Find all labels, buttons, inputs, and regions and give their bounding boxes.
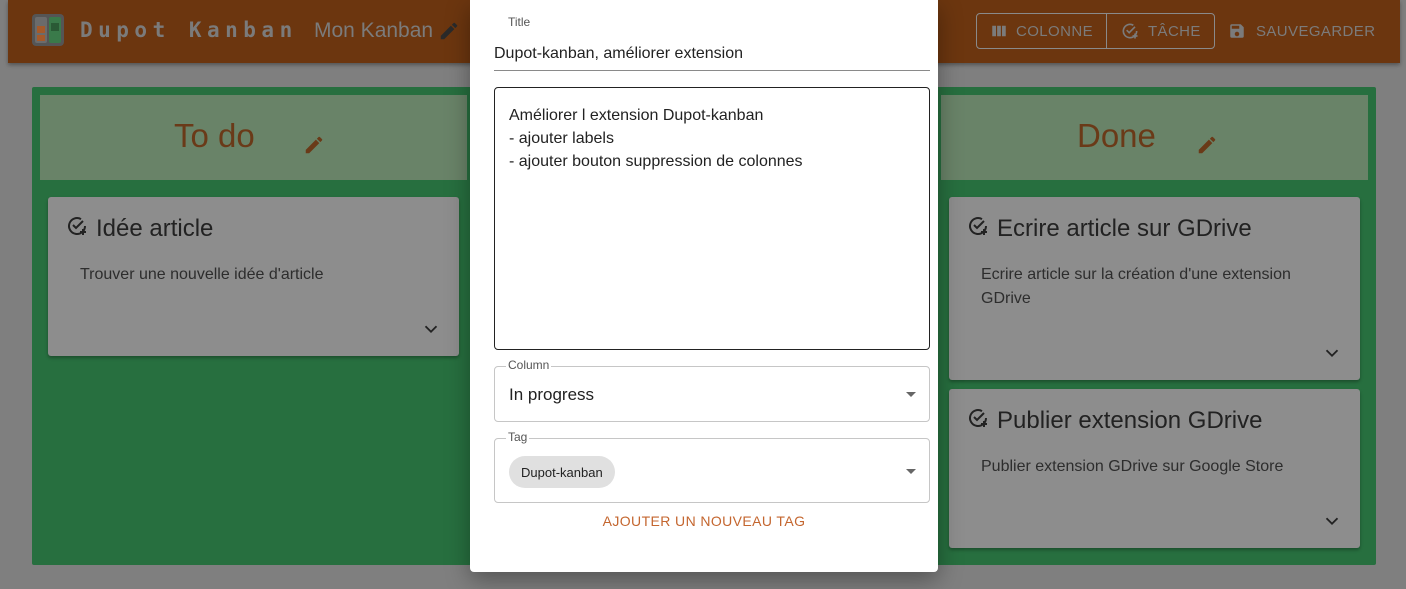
card-description-line: Ecrire article sur la création d'une ext… — [981, 266, 1291, 283]
task-card[interactable]: Ecrire article sur GDrive Ecrire article… — [949, 197, 1360, 380]
add-new-tag-button[interactable]: AJOUTER UN NOUVEAU TAG — [470, 513, 938, 529]
title-input[interactable]: Dupot-kanban, améliorer extension — [494, 45, 743, 63]
task-check-icon — [969, 217, 988, 235]
dropdown-caret-icon — [906, 469, 916, 474]
add-task-icon — [1122, 23, 1138, 39]
card-description-line: GDrive — [981, 290, 1031, 307]
card-description: Trouver une nouvelle idée d'article — [80, 266, 324, 283]
card-title: Ecrire article sur GDrive — [997, 215, 1252, 242]
kanban-logo-icon — [32, 14, 64, 46]
column-field-label: Column — [506, 358, 552, 372]
app-title: Dupot Kanban — [80, 18, 298, 42]
column-title: To do — [174, 117, 255, 154]
title-field-label: Title — [506, 15, 533, 29]
add-task-button[interactable]: TÂCHE — [1105, 14, 1214, 48]
tag-chip[interactable]: Dupot-kanban — [509, 456, 615, 488]
tag-field-label: Tag — [506, 430, 530, 444]
edit-column-icon[interactable] — [303, 134, 325, 156]
column-select-value: In progress — [509, 385, 595, 404]
columns-icon — [992, 25, 1006, 37]
card-description: Ecrire article sur la création d'une ext… — [981, 263, 1291, 311]
column-select[interactable]: In progress — [494, 366, 930, 422]
title-input-underline — [494, 70, 930, 71]
task-check-icon — [969, 409, 988, 427]
tag-select[interactable]: Dupot-kanban — [494, 438, 930, 503]
add-column-label: COLONNE — [1016, 22, 1093, 40]
add-button-group: COLONNE TÂCHE — [976, 13, 1215, 49]
save-icon — [1230, 24, 1244, 38]
add-column-button[interactable]: COLONNE — [977, 14, 1106, 48]
chevron-down-icon[interactable] — [420, 318, 442, 340]
edit-column-icon[interactable] — [1196, 134, 1218, 156]
chevron-down-icon[interactable] — [1321, 510, 1343, 532]
edit-board-title-icon[interactable] — [438, 20, 460, 42]
card-title: Publier extension GDrive — [997, 407, 1263, 434]
save-label: SAUVEGARDER — [1256, 22, 1376, 40]
card-title: Idée article — [96, 215, 214, 242]
column-header-todo: To do — [40, 95, 467, 180]
description-line: Améliorer l extension Dupot-kanban — [509, 107, 764, 124]
add-task-label: TÂCHE — [1147, 22, 1201, 40]
card-description: Publier extension GDrive sur Google Stor… — [981, 458, 1284, 475]
description-line: - ajouter bouton suppression de colonnes — [509, 153, 803, 170]
description-textarea[interactable]: Améliorer l extension Dupot-kanban - ajo… — [494, 87, 930, 350]
task-card[interactable]: Idée article Trouver une nouvelle idée d… — [48, 197, 459, 356]
save-button[interactable]: SAUVEGARDER — [1228, 13, 1375, 49]
task-check-icon — [68, 217, 87, 235]
board-title: Mon Kanban — [314, 19, 434, 42]
column-header-done: Done — [941, 95, 1368, 180]
edit-task-dialog: Title Dupot-kanban, améliorer extension … — [470, 0, 938, 572]
description-line: - ajouter labels — [509, 130, 614, 147]
task-card[interactable]: Publier extension GDrive Publier extensi… — [949, 389, 1360, 548]
dropdown-caret-icon — [906, 392, 916, 397]
chevron-down-icon[interactable] — [1321, 342, 1343, 364]
column-title: Done — [1077, 117, 1156, 154]
